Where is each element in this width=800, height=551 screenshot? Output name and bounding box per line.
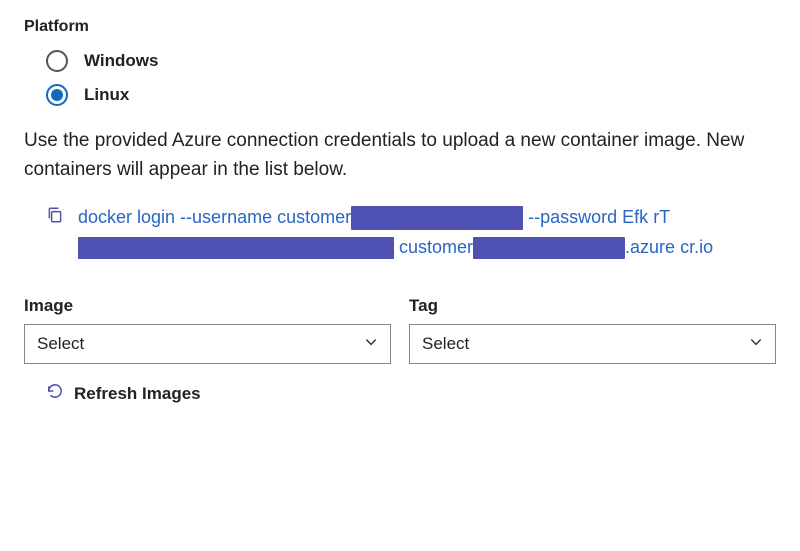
image-select-value: Select — [37, 334, 84, 354]
docker-command-block: docker login --username customer --passw… — [46, 203, 776, 262]
refresh-images-button[interactable]: Refresh Images — [46, 382, 776, 405]
tag-select[interactable]: Select — [409, 324, 776, 364]
copy-icon[interactable] — [46, 206, 64, 229]
chevron-down-icon — [749, 334, 763, 354]
redacted-block — [473, 237, 625, 259]
platform-radio-group: Windows Linux — [46, 50, 776, 106]
tag-field: Tag Select — [409, 296, 776, 364]
platform-radio-linux[interactable]: Linux — [46, 84, 776, 106]
refresh-icon — [46, 382, 64, 405]
redacted-block — [78, 237, 394, 259]
platform-label: Platform — [24, 18, 776, 36]
cmd-segment: .azure — [625, 237, 675, 257]
tag-label: Tag — [409, 296, 776, 316]
cmd-segment: cr.io — [680, 237, 713, 257]
image-select[interactable]: Select — [24, 324, 391, 364]
platform-radio-windows[interactable]: Windows — [46, 50, 776, 72]
platform-radio-windows-label: Windows — [84, 51, 158, 71]
image-label: Image — [24, 296, 391, 316]
cmd-segment: rT — [653, 207, 670, 227]
cmd-segment: docker login --username customer — [78, 207, 351, 227]
tag-select-value: Select — [422, 334, 469, 354]
cmd-segment: --password Efk — [523, 207, 648, 227]
description-text: Use the provided Azure connection creden… — [24, 126, 776, 185]
radio-icon — [46, 84, 68, 106]
docker-command-text: docker login --username customer --passw… — [78, 203, 776, 262]
redacted-block — [351, 206, 523, 230]
image-tag-row: Image Select Tag Select — [24, 296, 776, 364]
chevron-down-icon — [364, 334, 378, 354]
refresh-images-label: Refresh Images — [74, 384, 201, 404]
image-field: Image Select — [24, 296, 391, 364]
cmd-segment: customer — [394, 237, 473, 257]
platform-radio-linux-label: Linux — [84, 85, 129, 105]
radio-icon — [46, 50, 68, 72]
